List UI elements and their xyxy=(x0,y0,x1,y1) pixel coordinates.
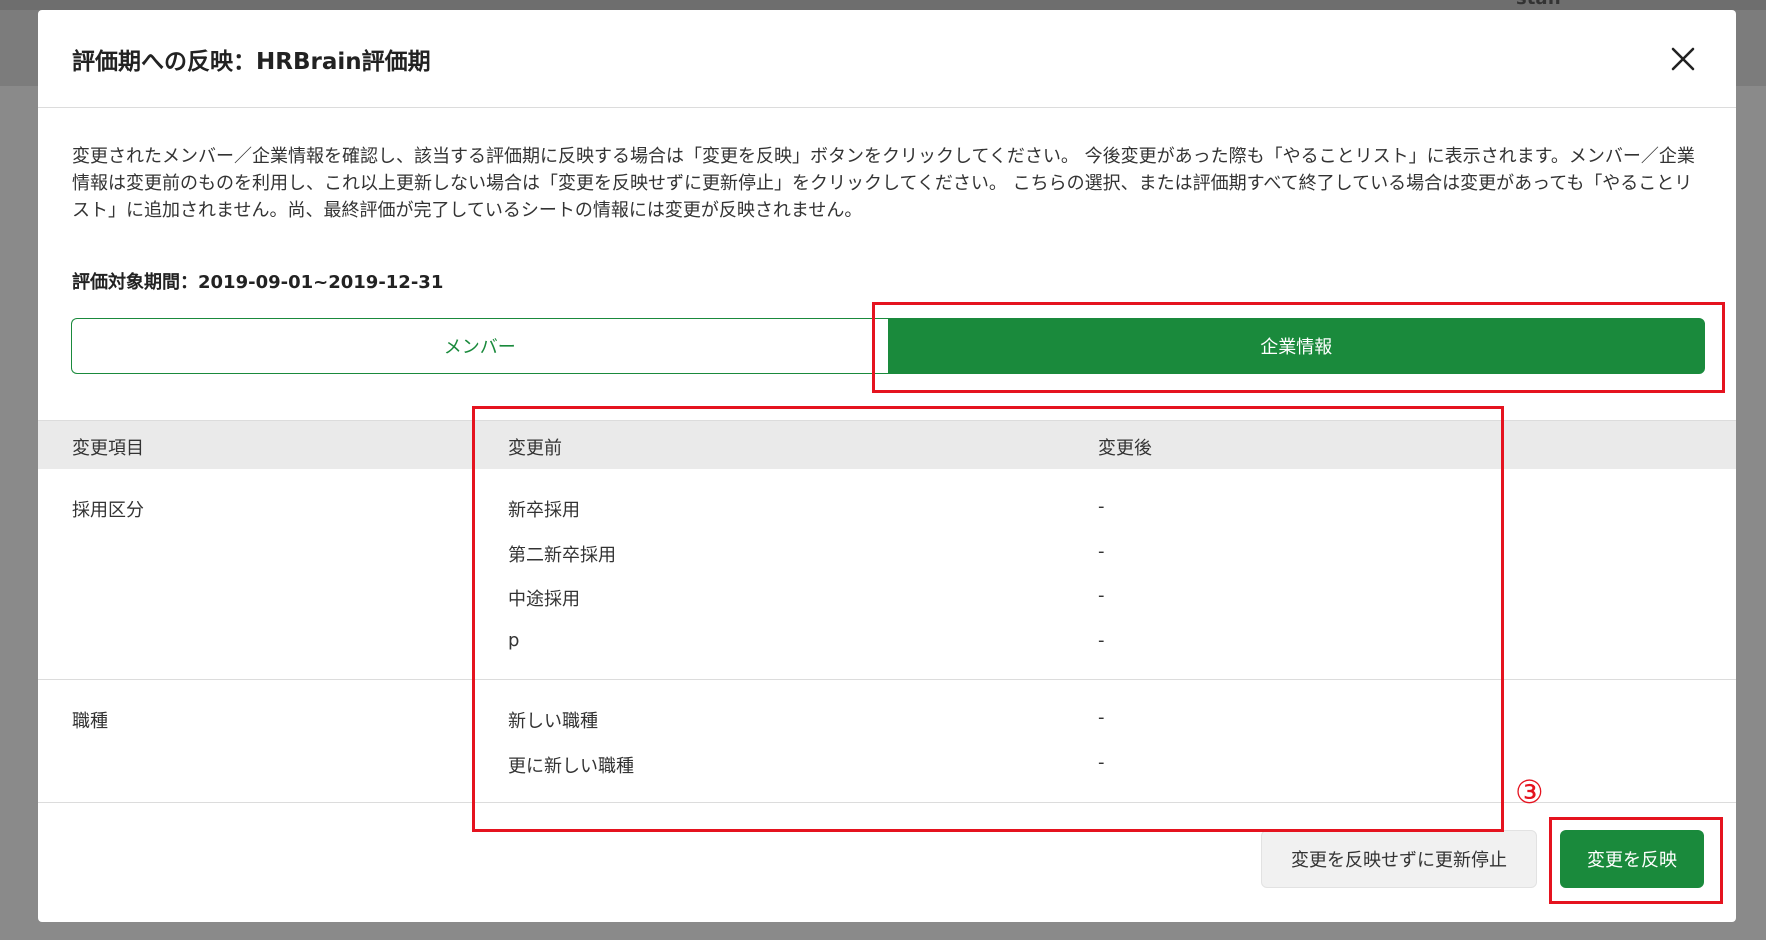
background-header-strip xyxy=(0,0,1766,10)
background-header-text: staff xyxy=(1516,0,1562,9)
after-value: - xyxy=(1098,751,1105,773)
evaluation-period: 評価対象期間：2019-09-01~2019-12-31 xyxy=(72,272,444,293)
close-button[interactable] xyxy=(1666,42,1700,76)
after-values: - - - - xyxy=(1098,496,1105,675)
before-values: 新しい職種 更に新しい職種 xyxy=(508,707,634,796)
before-value: 第二新卒採用 xyxy=(508,544,616,566)
before-value: 中途採用 xyxy=(508,589,580,611)
dialog-header: 評価期への反映：HRBrain評価期 xyxy=(38,10,1736,108)
stop-update-button[interactable]: 変更を反映せずに更新停止 xyxy=(1261,830,1537,888)
before-values: 新卒採用 第二新卒採用 中途採用 p xyxy=(508,496,616,675)
after-values: - - xyxy=(1098,707,1105,796)
before-value: 新しい職種 xyxy=(508,711,598,732)
reflect-dialog: 評価期への反映：HRBrain評価期 変更されたメンバー／企業情報を確認し、該当… xyxy=(38,10,1736,922)
tab-member[interactable]: メンバー xyxy=(71,318,888,374)
changes-table: 変更項目 変更前 変更後 採用区分 新卒採用 第二新卒採用 中途採用 p - -… xyxy=(38,420,1736,803)
after-value: - xyxy=(1098,630,1105,652)
table-header: 変更項目 変更前 変更後 xyxy=(38,420,1736,469)
dialog-title: 評価期への反映：HRBrain評価期 xyxy=(72,49,431,75)
header-after: 変更後 xyxy=(1098,438,1152,459)
before-value: 更に新しい職種 xyxy=(508,755,634,777)
tab-company-info[interactable]: 企業情報 xyxy=(887,318,1705,374)
table-row: 採用区分 新卒採用 第二新卒採用 中途採用 p - - - - xyxy=(38,469,1736,680)
after-value: - xyxy=(1098,585,1105,607)
row-label-job-type: 職種 xyxy=(72,711,108,732)
apply-changes-button[interactable]: 変更を反映 xyxy=(1560,830,1704,888)
after-value: - xyxy=(1098,496,1105,517)
dialog-description: 変更されたメンバー／企業情報を確認し、該当する評価期に反映する場合は「変更を反映… xyxy=(72,146,1695,221)
step-number-annotation: ③ xyxy=(1515,773,1544,811)
header-item: 変更項目 xyxy=(72,438,144,459)
before-value: p xyxy=(508,630,520,652)
before-value: 新卒採用 xyxy=(508,500,580,521)
header-before: 変更前 xyxy=(508,438,562,459)
table-row: 職種 新しい職種 更に新しい職種 - - xyxy=(38,680,1736,803)
after-value: - xyxy=(1098,707,1105,728)
row-label-recruitment-type: 採用区分 xyxy=(72,500,144,521)
close-icon xyxy=(1671,47,1695,71)
tab-group: メンバー 企業情報 xyxy=(71,318,1705,374)
dialog-footer: 変更を反映せずに更新停止 変更を反映 xyxy=(38,830,1736,900)
after-value: - xyxy=(1098,540,1105,562)
